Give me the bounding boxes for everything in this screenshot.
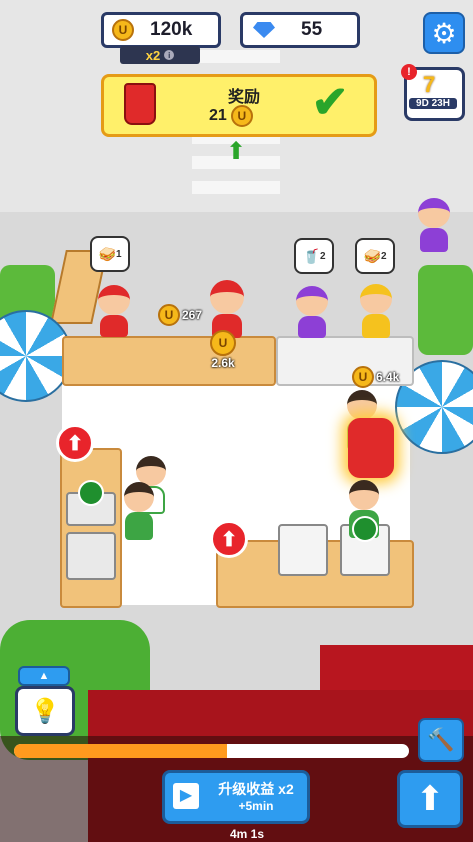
- customer-walking: [414, 198, 454, 260]
- green-arrow-up-icon: ⬆: [225, 138, 247, 165]
- reward-amount-row: 21 U: [209, 105, 253, 127]
- order-counter[interactable]: [62, 336, 276, 386]
- coin-icon: U: [112, 19, 134, 41]
- order-bubble: 🥪 2: [355, 238, 395, 274]
- arrow-up-icon: ⬆: [415, 780, 445, 818]
- gem-counter: 55: [240, 12, 360, 48]
- sandwich-icon: 🥪: [98, 245, 116, 262]
- grass-right: [418, 265, 473, 355]
- order-bubble: 🥪 1: [90, 236, 130, 272]
- drink-machine[interactable]: [66, 532, 116, 580]
- upgrade-button[interactable]: ⬆: [397, 770, 463, 828]
- station-upgrade-arrow[interactable]: ⬆: [210, 520, 248, 558]
- coin-icon: U: [230, 105, 253, 127]
- progress-ring: [78, 480, 104, 506]
- drink-icon: [124, 83, 156, 125]
- drink-station[interactable]: [60, 448, 122, 608]
- coin-icon: U: [352, 366, 374, 388]
- multiplier-tag[interactable]: x2 i: [120, 46, 200, 64]
- progress-ring: [352, 516, 378, 542]
- hint-button[interactable]: 💡: [15, 686, 75, 736]
- progress-fill: [14, 744, 228, 758]
- hammer-icon: 🔨: [427, 727, 455, 752]
- mascot-worker: [348, 418, 394, 478]
- slot-seven-icon: 7: [423, 72, 436, 97]
- customer: [292, 286, 332, 338]
- gear-icon: ⚙: [431, 17, 457, 49]
- gem-icon: [253, 22, 275, 38]
- reward-banner[interactable]: 奖励 21 U ✔: [101, 74, 377, 137]
- progress-bar: [14, 744, 409, 758]
- check-icon[interactable]: ✔: [304, 79, 356, 127]
- upgrade-timer: 4m 1s: [229, 827, 265, 841]
- customer: [356, 284, 396, 338]
- video-clapper-icon: ▶: [173, 783, 199, 809]
- info-icon: i: [164, 50, 175, 60]
- coin-counter: U 120k: [101, 12, 221, 48]
- lightbulb-icon: 💡: [30, 697, 60, 725]
- chevron-up-icon: ▲: [38, 670, 50, 682]
- crosswalk-stripe: [192, 50, 280, 63]
- crosswalk-stripe: [192, 181, 280, 194]
- tip-coin[interactable]: U 6.4k: [352, 366, 399, 388]
- expand-button[interactable]: ▲: [18, 666, 70, 686]
- tip-coin[interactable]: U 267: [158, 304, 202, 326]
- customer: [94, 285, 134, 337]
- upgrade-income-button[interactable]: ▶ 升级收益 x2 +5min: [162, 770, 310, 824]
- reward-title: 奖励: [227, 89, 260, 106]
- sandwich-oven[interactable]: [278, 524, 328, 576]
- drink-icon: 🥤: [302, 247, 320, 264]
- coin-icon: U: [210, 330, 236, 356]
- tip-coin[interactable]: U 2.6k: [210, 330, 236, 370]
- alert-badge: !: [401, 64, 417, 80]
- staff-worker: [122, 482, 156, 548]
- sandwich-icon: 🥪: [363, 247, 381, 264]
- order-bubble: 🥤 2: [294, 238, 334, 274]
- coin-icon: U: [158, 304, 180, 326]
- settings-button[interactable]: ⚙: [423, 12, 465, 54]
- station-upgrade-arrow[interactable]: ⬆: [56, 424, 94, 462]
- build-button[interactable]: 🔨: [418, 718, 464, 762]
